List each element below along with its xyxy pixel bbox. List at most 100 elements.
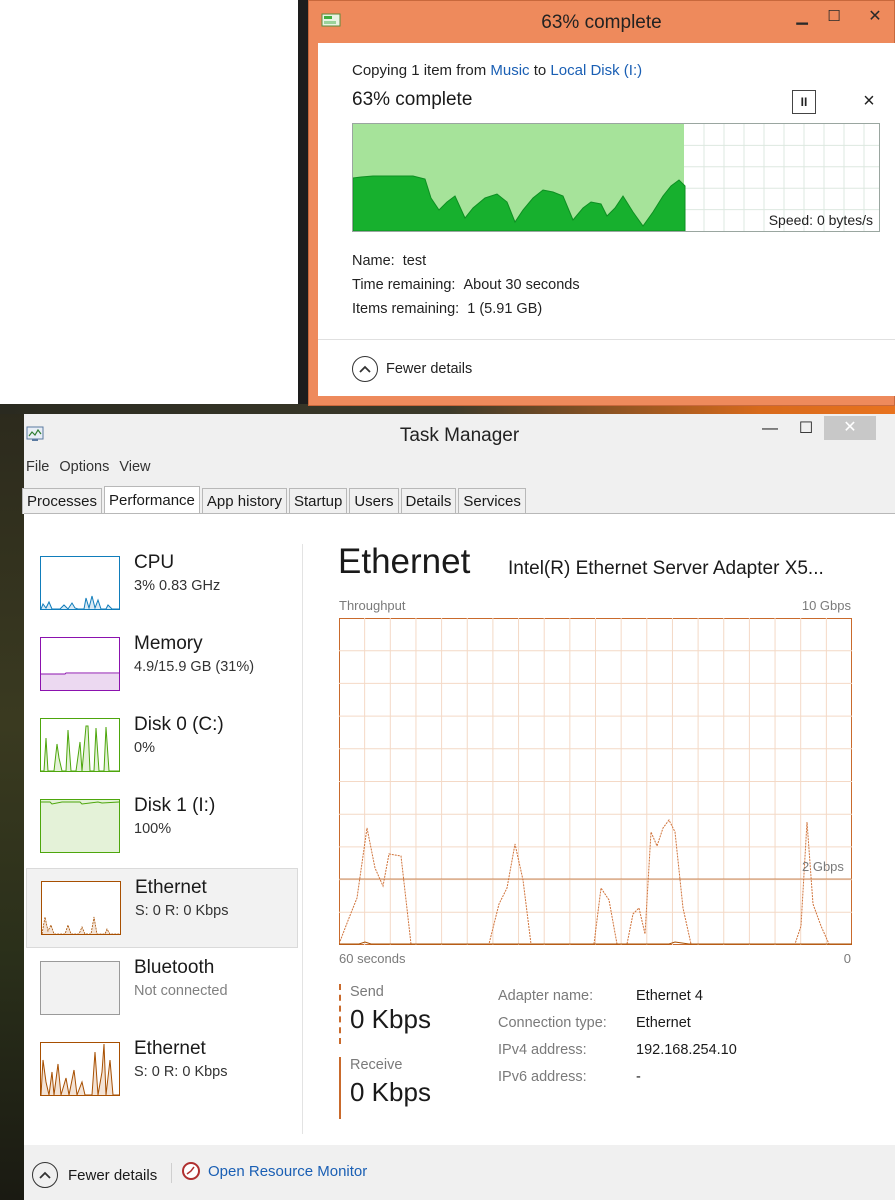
resource-title: Ethernet — [338, 542, 471, 581]
ethernet-thumbnail — [41, 881, 121, 935]
prop-key: IPv4 address: — [498, 1042, 587, 1058]
close-button[interactable]: ✕ — [824, 416, 876, 440]
throughput-graph: 2 Gbps — [339, 618, 852, 945]
tab-details[interactable]: Details — [400, 488, 457, 514]
sidebar-item-name: Disk 1 (I:) — [134, 795, 216, 816]
ethernet-2-thumbnail — [40, 1042, 120, 1096]
fewer-details-button[interactable]: Fewer details — [352, 356, 472, 382]
sidebar-item-sub: 0% — [134, 740, 155, 756]
tab-strip: Processes Performance App history Startu… — [22, 486, 528, 514]
sidebar-item-sub: S: 0 R: 0 Kbps — [134, 1064, 228, 1080]
prop-value: Ethernet 4 — [636, 988, 703, 1004]
source-link[interactable]: Music — [490, 62, 529, 79]
chevron-up-icon — [32, 1162, 58, 1188]
copy-description: Copying 1 item from Music to Local Disk … — [352, 62, 642, 79]
sidebar-item-memory[interactable]: Memory 4.9/15.9 GB (31%) — [26, 625, 298, 705]
detail-value: test — [402, 253, 427, 269]
prop-key: IPv6 address: — [498, 1069, 587, 1085]
tab-startup[interactable]: Startup — [288, 488, 348, 514]
sidebar-item-sub: 3% 0.83 GHz — [134, 578, 221, 594]
sidebar-item-name: Ethernet — [135, 877, 207, 898]
sidebar-item-sub: S: 0 R: 0 Kbps — [135, 903, 229, 919]
sidebar-item-sub: 4.9/15.9 GB (31%) — [134, 659, 255, 675]
sidebar-item-name: Bluetooth — [134, 957, 215, 978]
copy-prefix-text: Copying 1 item from — [352, 62, 491, 79]
detail-name: Name: test — [352, 249, 580, 273]
detail-value: 1 (5.91 GB) — [467, 301, 543, 317]
tab-app-history[interactable]: App history — [201, 488, 287, 514]
receive-label: Receive — [350, 1057, 403, 1073]
detail-value: About 30 seconds — [463, 277, 580, 293]
task-manager-titlebar[interactable]: Task Manager — ☐ ✕ — [24, 414, 895, 454]
sidebar-item-disk-0[interactable]: Disk 0 (C:) 0% — [26, 706, 298, 786]
throughput-label: Throughput — [339, 598, 406, 613]
copy-titlebar[interactable]: 63% complete ▁ ☐ ✕ — [309, 1, 894, 43]
detail-items-remaining: Items remaining: 1 (5.91 GB) — [352, 297, 580, 321]
adapter-name: Intel(R) Ethernet Server Adapter X5... — [508, 558, 824, 579]
task-manager-footer: Fewer details Open Resource Monitor — [24, 1145, 895, 1200]
cpu-thumbnail — [40, 556, 120, 610]
menu-options[interactable]: Options — [59, 459, 109, 475]
progress-heading: 63% complete — [352, 89, 473, 110]
maximize-button[interactable]: ☐ — [821, 7, 847, 27]
resource-monitor-icon — [182, 1162, 200, 1180]
sidebar-item-name: Memory — [134, 633, 203, 654]
menu-bar: File Options View — [26, 459, 151, 475]
menu-view[interactable]: View — [119, 459, 150, 475]
prop-value: - — [636, 1069, 641, 1085]
max-scale-label: 10 Gbps — [801, 598, 851, 613]
send-stat: Send 0 Kbps — [339, 984, 489, 1044]
zero-label: 0 — [843, 951, 851, 966]
maximize-button[interactable]: ☐ — [794, 418, 818, 440]
receive-value: 0 Kbps — [350, 1077, 431, 1107]
fewer-details-button[interactable]: Fewer details — [32, 1162, 157, 1188]
tab-services[interactable]: Services — [458, 488, 526, 514]
detail-label: Items remaining: — [352, 301, 460, 317]
resource-sidebar: CPU 3% 0.83 GHz Memory 4.9/15.9 GB (31%)… — [24, 514, 304, 1146]
sidebar-item-bluetooth[interactable]: Bluetooth Not connected — [26, 949, 298, 1029]
prop-key: Connection type: — [498, 1015, 607, 1031]
minimize-button[interactable]: — — [758, 420, 782, 442]
pause-button[interactable]: II — [792, 90, 816, 114]
sidebar-item-ethernet-2[interactable]: Ethernet S: 0 R: 0 Kbps — [26, 1030, 298, 1110]
fewer-details-label: Fewer details — [68, 1166, 158, 1184]
performance-pane: CPU 3% 0.83 GHz Memory 4.9/15.9 GB (31%)… — [24, 513, 895, 1145]
disk-0-thumbnail — [40, 718, 120, 772]
open-resource-monitor-link[interactable]: Open Resource Monitor — [182, 1162, 367, 1180]
detail-time-remaining: Time remaining: About 30 seconds — [352, 273, 580, 297]
copy-dialog-body: Copying 1 item from Music to Local Disk … — [318, 43, 895, 396]
detail-label: Time remaining: — [352, 277, 456, 293]
fewer-details-label: Fewer details — [386, 361, 473, 377]
ethernet-detail-panel: Ethernet Intel(R) Ethernet Server Adapte… — [306, 514, 895, 1146]
menu-file[interactable]: File — [26, 459, 49, 475]
prop-value: Ethernet — [636, 1015, 691, 1031]
sidebar-item-name: Ethernet — [134, 1038, 206, 1059]
close-button[interactable]: ✕ — [857, 7, 893, 27]
tab-users[interactable]: Users — [349, 488, 399, 514]
task-manager-window: Task Manager — ☐ ✕ File Options View Pro… — [22, 414, 895, 1200]
bluetooth-thumbnail — [40, 961, 120, 1015]
destination-link[interactable]: Local Disk (I:) — [550, 62, 642, 79]
prop-value: 192.168.254.10 — [636, 1042, 737, 1058]
footer-divider — [171, 1163, 172, 1183]
sidebar-item-cpu[interactable]: CPU 3% 0.83 GHz — [26, 544, 298, 624]
sidebar-divider — [302, 544, 303, 1134]
chevron-up-icon — [352, 356, 378, 382]
desktop-background — [0, 0, 298, 404]
time-span-label: 60 seconds — [339, 951, 406, 966]
sidebar-item-name: CPU — [134, 552, 175, 573]
sidebar-item-sub: Not connected — [134, 983, 228, 999]
divider — [318, 339, 895, 340]
detail-label: Name: — [352, 253, 395, 269]
tab-performance[interactable]: Performance — [104, 486, 200, 514]
sidebar-item-disk-1[interactable]: Disk 1 (I:) 100% — [26, 787, 298, 867]
tab-processes[interactable]: Processes — [22, 488, 103, 514]
to-text: to — [529, 62, 551, 79]
send-value: 0 Kbps — [350, 1004, 431, 1034]
sidebar-item-ethernet[interactable]: Ethernet S: 0 R: 0 Kbps — [26, 868, 298, 948]
memory-thumbnail — [40, 637, 120, 691]
disk-1-thumbnail — [40, 799, 120, 853]
minimize-button[interactable]: ▁ — [789, 7, 815, 27]
cancel-copy-button[interactable]: × — [858, 91, 880, 113]
send-label: Send — [350, 984, 384, 1000]
